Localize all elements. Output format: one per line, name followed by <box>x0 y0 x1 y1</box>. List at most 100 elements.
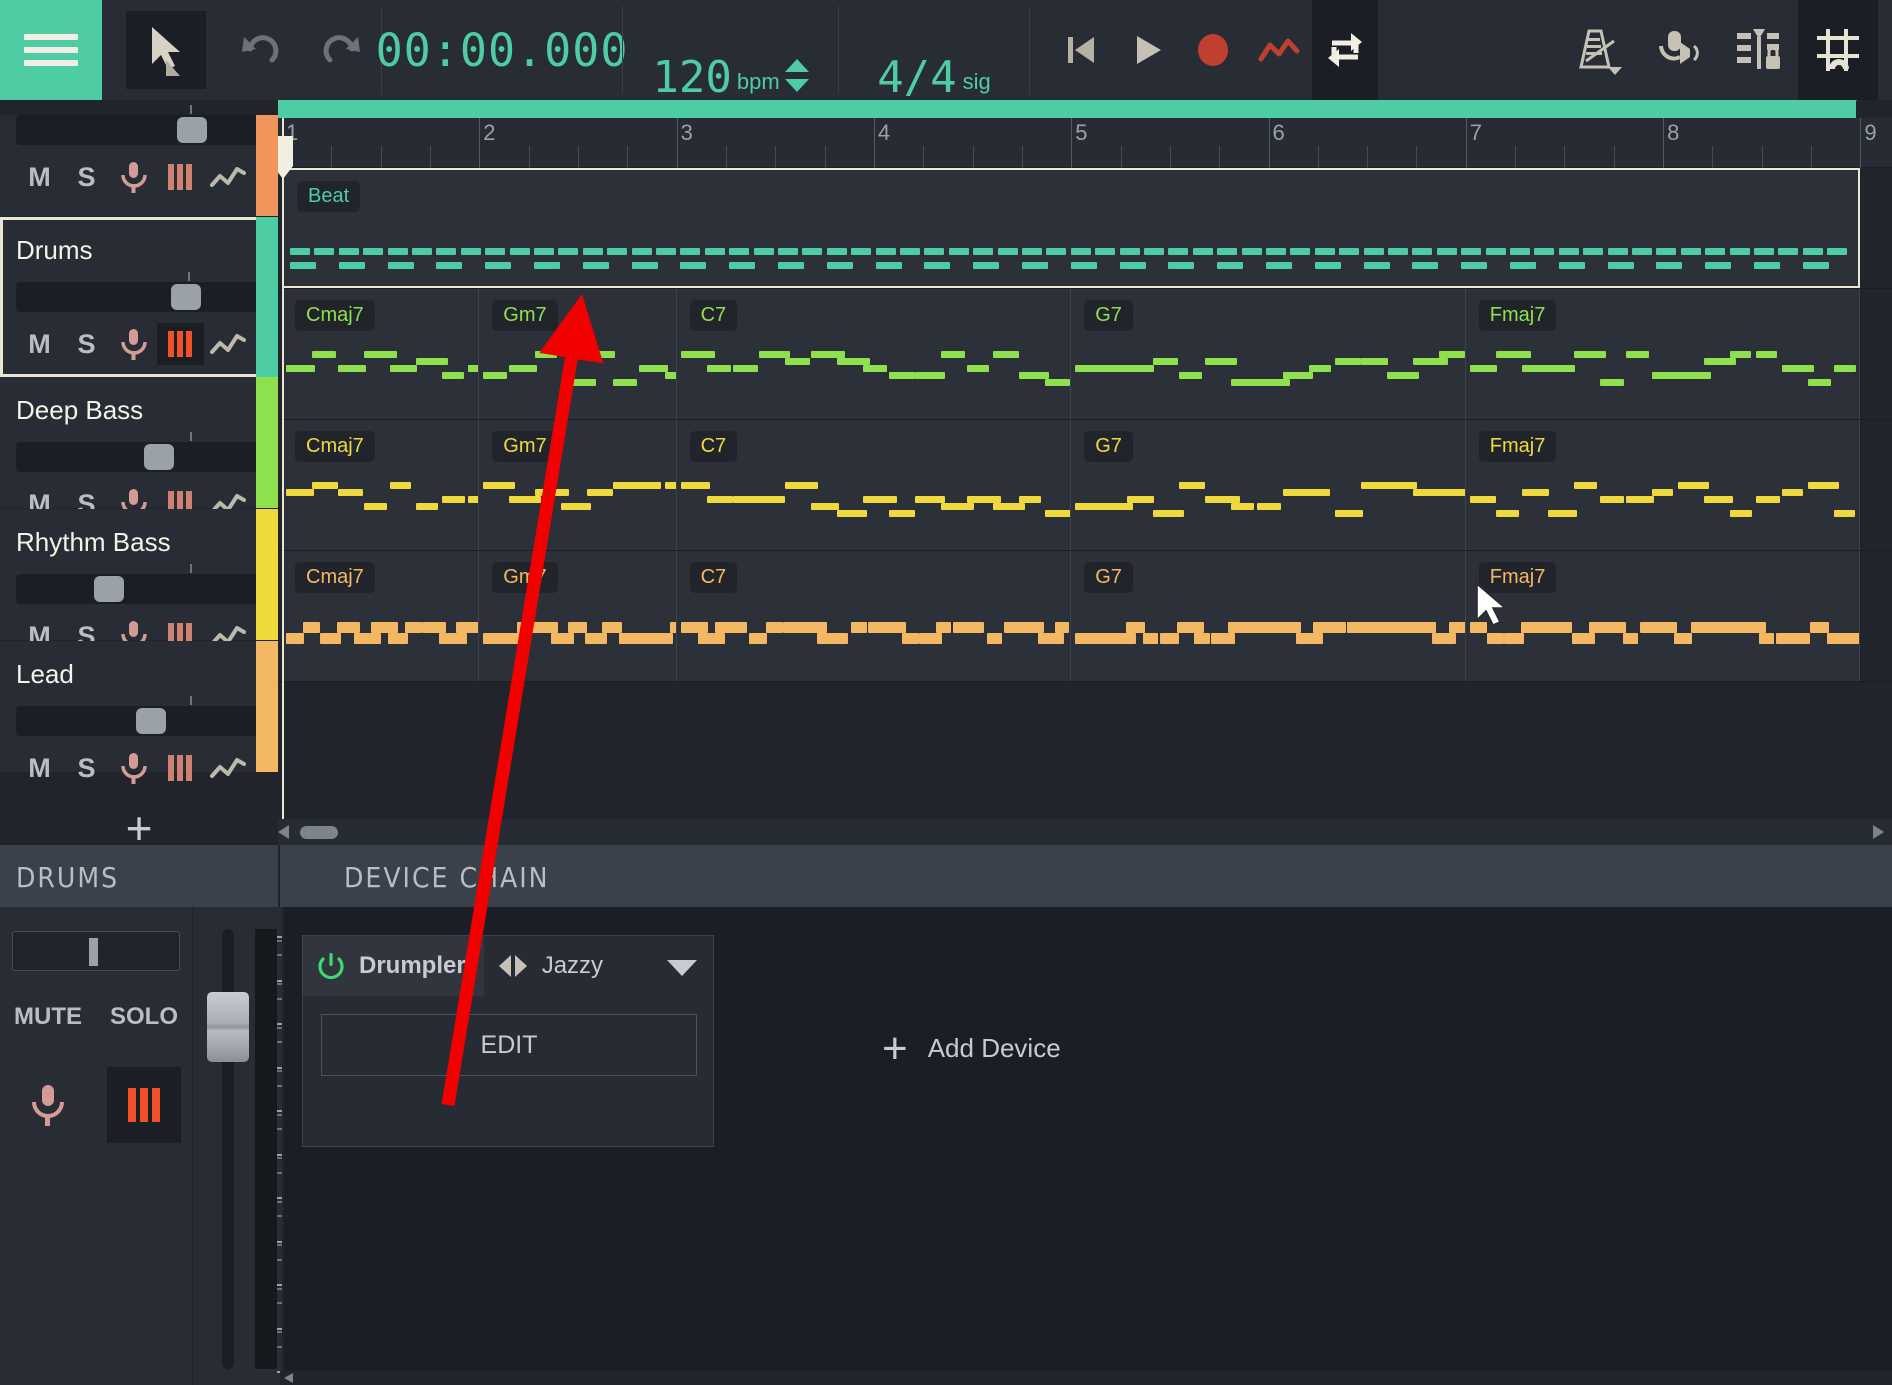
mixer-solo-button[interactable]: SOLO <box>96 1003 192 1031</box>
mixer-mute-button[interactable]: MUTE <box>0 1003 96 1031</box>
track-automation-button[interactable] <box>204 156 251 198</box>
arrangement-view[interactable]: 123456789 Beat Cmaj7 Gm7 C7 G7 Fmaj7 Cmaj7 Gm7 C… <box>278 100 1892 845</box>
rewind-to-start-button[interactable] <box>1048 0 1114 100</box>
undo-button[interactable] <box>221 0 301 100</box>
scroll-left-icon[interactable] <box>278 825 289 839</box>
time-signature-value[interactable]: 4/4 <box>877 56 956 100</box>
clip[interactable]: Gm7 <box>479 551 677 681</box>
clip[interactable]: Fmaj7 <box>1465 420 1861 550</box>
track-volume-slider[interactable] <box>16 696 262 736</box>
track-volume-slider[interactable] <box>16 564 262 604</box>
track-automation-button[interactable] <box>204 747 251 789</box>
scrollbar-thumb[interactable] <box>300 826 338 839</box>
track-solo-button[interactable]: S <box>63 156 110 198</box>
device-chain-area[interactable]: Drumpler Jazzy EDIT + Add Device <box>282 907 1892 1385</box>
pan-knob[interactable] <box>89 938 98 966</box>
pan-slider[interactable] <box>12 931 180 971</box>
arrangement-row[interactable]: Cmaj7 Gm7 C7 G7 Fmaj7 <box>278 289 1892 420</box>
arrangement-rows[interactable]: Beat Cmaj7 Gm7 C7 G7 Fmaj7 Cmaj7 Gm7 C7 G7 Fmaj7 Cm… <box>278 168 1892 768</box>
automation-button[interactable] <box>1246 0 1312 100</box>
chevron-down-icon[interactable] <box>667 960 697 976</box>
clip[interactable]: G7 <box>1071 551 1466 681</box>
track-header-deep-bass[interactable]: Deep Bass M S <box>0 377 278 520</box>
track-midi-button[interactable] <box>157 156 204 198</box>
pointer-tool-button[interactable] <box>126 11 206 89</box>
bpm-stepper[interactable] <box>784 59 809 100</box>
clip[interactable]: G7 <box>1071 420 1466 550</box>
volume-fader-area[interactable]: 06121824303642485460 <box>192 907 319 1385</box>
horizontal-scrollbar[interactable] <box>278 819 1892 845</box>
clip[interactable]: Gm7 <box>479 420 677 550</box>
audio-monitor-button[interactable] <box>1638 0 1718 100</box>
track-name-label[interactable]: Rhythm Bass <box>16 527 262 558</box>
track-header-drums[interactable]: Drums M S <box>0 217 278 377</box>
track-header-list[interactable]: M S Drums M S Deep Bass M S Rhythm Bass … <box>0 100 278 845</box>
clip[interactable]: Fmaj7 <box>1465 289 1861 419</box>
device-preset-name[interactable]: Jazzy <box>542 952 603 980</box>
playhead-handle[interactable] <box>278 136 293 179</box>
loop-button[interactable] <box>1312 0 1378 100</box>
track-automation-button[interactable] <box>204 323 251 365</box>
track-name-label[interactable]: Deep Bass <box>16 395 262 426</box>
clip[interactable]: C7 <box>676 289 1072 419</box>
clip[interactable]: Gm7 <box>479 289 677 419</box>
track-mute-button[interactable]: M <box>16 747 63 789</box>
track-solo-button[interactable]: S <box>63 323 110 365</box>
track-mute-button[interactable]: M <box>16 323 63 365</box>
preset-nav-button[interactable] <box>484 952 542 980</box>
track-name-label[interactable]: Lead <box>16 659 262 690</box>
arrangement-row[interactable]: Cmaj7 Gm7 C7 G7 Fmaj7 <box>278 551 1892 682</box>
record-button[interactable] <box>1180 0 1246 100</box>
track-midi-button[interactable] <box>157 323 204 365</box>
arrangement-row[interactable]: Cmaj7 Gm7 C7 G7 Fmaj7 <box>278 420 1892 551</box>
clip[interactable]: C7 <box>676 420 1072 550</box>
track-arm-button[interactable] <box>110 323 157 365</box>
bpm-value[interactable]: 120 <box>652 56 731 100</box>
time-display[interactable]: 00:00.000 <box>376 0 628 100</box>
play-button[interactable] <box>1114 0 1180 100</box>
scroll-left-icon[interactable] <box>284 1373 293 1383</box>
track-solo-button[interactable]: S <box>63 747 110 789</box>
metronome-button[interactable] <box>1558 0 1638 100</box>
clip[interactable]: G7 <box>1071 289 1466 419</box>
clip[interactable]: Cmaj7 <box>282 420 480 550</box>
clip-selected[interactable]: Beat <box>282 168 1861 288</box>
bpm-increase-icon[interactable] <box>784 59 809 72</box>
fader-knob[interactable] <box>207 992 249 1062</box>
tempo-control[interactable]: 120 bpm <box>623 0 838 100</box>
clip[interactable]: Cmaj7 <box>282 551 480 681</box>
scroll-right-icon[interactable] <box>1873 825 1884 839</box>
device-name[interactable]: Drumpler <box>359 936 484 996</box>
mixer-arm-button[interactable] <box>11 1067 85 1143</box>
track-volume-slider[interactable] <box>16 105 262 145</box>
track-name-label[interactable]: Drums <box>16 235 262 266</box>
track-arm-button[interactable] <box>110 747 157 789</box>
mixer-lock-button[interactable] <box>1718 0 1798 100</box>
bpm-decrease-icon[interactable] <box>784 79 809 92</box>
clip[interactable]: C7 <box>676 551 1072 681</box>
playhead[interactable] <box>278 118 293 845</box>
timeline-ruler[interactable]: 123456789 <box>278 118 1892 168</box>
clip[interactable]: Cmaj7 <box>282 289 480 419</box>
arrangement-row[interactable]: Beat <box>278 168 1892 289</box>
add-device-button[interactable]: + Add Device <box>882 1026 1061 1070</box>
time-signature-control[interactable]: 4/4 sig <box>839 0 1029 100</box>
redo-button[interactable] <box>301 0 381 100</box>
device-edit-button[interactable]: EDIT <box>321 1014 697 1076</box>
mixer-midi-button[interactable] <box>107 1067 181 1143</box>
track-volume-slider[interactable] <box>16 272 262 312</box>
track-arm-button[interactable] <box>110 156 157 198</box>
hamburger-menu-icon[interactable] <box>0 0 102 100</box>
channel-mixer-strip[interactable]: MUTE SOLO <box>0 907 192 1385</box>
track-volume-slider[interactable] <box>16 432 262 472</box>
track-mute-button[interactable]: M <box>16 156 63 198</box>
snap-grid-button[interactable] <box>1798 0 1878 100</box>
loop-region-bar[interactable] <box>278 100 1857 118</box>
device-power-button[interactable] <box>303 936 359 996</box>
track-header-row[interactable]: M S <box>0 105 278 217</box>
track-header-rhythm-bass[interactable]: Rhythm Bass M S <box>0 509 278 652</box>
device-drumpler[interactable]: Drumpler Jazzy EDIT <box>302 935 714 1147</box>
track-midi-button[interactable] <box>157 747 204 789</box>
track-header-lead[interactable]: Lead M S <box>0 641 278 784</box>
clip[interactable]: Fmaj7 <box>1465 551 1861 681</box>
